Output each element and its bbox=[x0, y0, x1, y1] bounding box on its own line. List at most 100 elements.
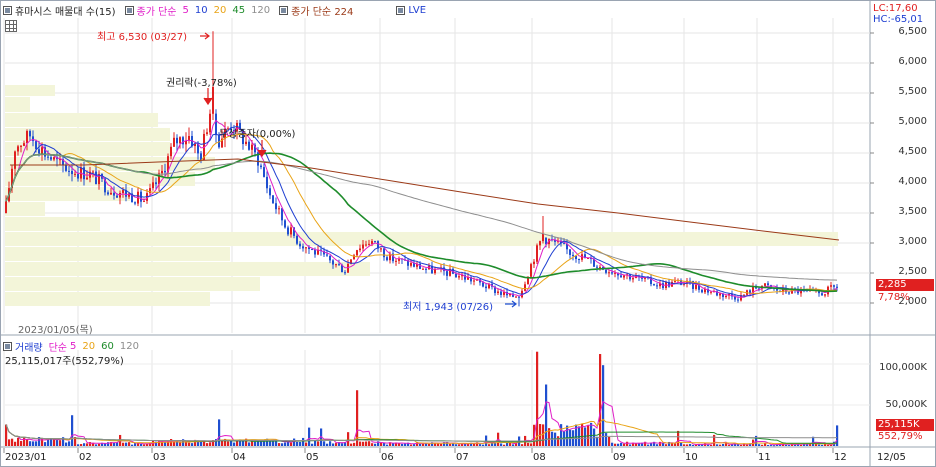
volume-bar bbox=[278, 443, 281, 446]
volume-bar bbox=[23, 437, 26, 446]
volume-bar bbox=[638, 443, 641, 446]
volume-bar bbox=[626, 441, 629, 446]
volume-bar bbox=[185, 442, 188, 446]
candle-body bbox=[536, 245, 538, 262]
time-label: 2023/01 bbox=[5, 452, 47, 463]
volume-bar bbox=[350, 443, 353, 446]
candle-body bbox=[599, 266, 601, 268]
volume-bar bbox=[593, 428, 596, 446]
volume-bar bbox=[140, 443, 143, 446]
candle-body bbox=[710, 291, 712, 293]
volume-bar bbox=[608, 436, 611, 446]
volume-bar bbox=[410, 444, 413, 446]
candle-body bbox=[395, 260, 397, 262]
legend-ma-label[interactable]: 종가 단순 bbox=[137, 3, 177, 18]
volume-bar bbox=[371, 443, 374, 446]
volume-bar bbox=[125, 442, 128, 446]
volume-bar bbox=[818, 444, 821, 446]
volume-badge: 25,115K bbox=[876, 419, 934, 431]
candle-body bbox=[674, 280, 676, 282]
volume-bar bbox=[737, 444, 740, 446]
candle-body bbox=[356, 250, 358, 256]
candle-body bbox=[545, 237, 547, 245]
candle-body bbox=[695, 284, 697, 289]
volume-bar bbox=[773, 445, 776, 447]
candle-body bbox=[278, 208, 280, 210]
volume-bar bbox=[317, 441, 320, 446]
volume-bar bbox=[281, 443, 284, 446]
volume-bar bbox=[725, 443, 728, 446]
candle-body bbox=[542, 234, 544, 242]
volume-bar bbox=[308, 427, 311, 446]
candle-body bbox=[611, 272, 613, 274]
candle-body bbox=[701, 289, 703, 293]
volume-legend-20: 20 bbox=[82, 340, 96, 352]
volume-bar bbox=[56, 439, 59, 446]
candle-body bbox=[419, 263, 421, 269]
volume-bar bbox=[458, 444, 461, 446]
volume-profile-bar bbox=[5, 217, 100, 231]
volume-bar bbox=[365, 441, 368, 446]
volume-bar bbox=[767, 444, 770, 446]
candle-body bbox=[653, 284, 655, 286]
volume-bar bbox=[761, 444, 764, 446]
volume-bar bbox=[158, 440, 161, 446]
candle-body bbox=[263, 167, 265, 177]
candle-body bbox=[725, 295, 727, 298]
volume-bar bbox=[788, 445, 791, 447]
candle-body bbox=[833, 285, 835, 287]
time-label-end: 12/05 bbox=[877, 452, 906, 463]
candle-body bbox=[173, 137, 175, 147]
candle-body bbox=[152, 182, 154, 189]
legend-ma-45: 45 bbox=[232, 4, 246, 16]
candle-body bbox=[434, 269, 436, 274]
volume-bar bbox=[413, 444, 416, 446]
legend-title[interactable]: 휴마시스 매물대 수(15) bbox=[15, 3, 116, 18]
grid-toggle-icon[interactable] bbox=[5, 20, 17, 32]
time-label: 11 bbox=[758, 452, 771, 463]
volume-bar bbox=[665, 444, 668, 446]
volume-bar bbox=[689, 444, 692, 446]
price-tick: 6,000 bbox=[898, 56, 927, 67]
volume-bar bbox=[323, 441, 326, 446]
volume-bar bbox=[332, 443, 335, 446]
legend-lve[interactable]: LVE bbox=[408, 5, 426, 16]
volume-bar bbox=[686, 444, 689, 446]
volume-tick: 50,000K bbox=[885, 399, 927, 410]
candle-body bbox=[380, 248, 382, 250]
price-chart[interactable] bbox=[0, 0, 936, 336]
volume-change: 552,79% bbox=[878, 431, 923, 442]
candle-body bbox=[386, 257, 388, 261]
candle-body bbox=[368, 243, 370, 245]
candle-body bbox=[32, 136, 34, 142]
time-label: 12 bbox=[834, 452, 847, 463]
volume-bar bbox=[380, 442, 383, 446]
volume-bar bbox=[44, 442, 47, 446]
volume-bar bbox=[719, 444, 722, 446]
price-tick: 6,500 bbox=[898, 26, 927, 37]
candle-body bbox=[284, 220, 286, 228]
volume-bar bbox=[455, 444, 458, 446]
candle-body bbox=[38, 149, 40, 154]
volume-bar bbox=[692, 445, 695, 447]
candle-body bbox=[563, 243, 565, 245]
candle-body bbox=[605, 269, 607, 273]
candle-body bbox=[269, 188, 271, 196]
volume-bar bbox=[611, 442, 614, 446]
volume-bar bbox=[785, 444, 788, 446]
candle-body bbox=[272, 195, 274, 204]
price-legend: 휴마시스 매물대 수(15) 종가 단순 5 10 20 45 120 종가 단… bbox=[0, 3, 432, 18]
volume-bar bbox=[11, 438, 14, 446]
volume-bar bbox=[401, 443, 404, 446]
candle-body bbox=[455, 273, 457, 278]
legend-ma224[interactable]: 종가 단순 224 bbox=[291, 3, 353, 18]
candle-body bbox=[371, 241, 373, 244]
volume-bar bbox=[227, 441, 230, 446]
volume-bar bbox=[437, 443, 440, 446]
candle-body bbox=[623, 275, 625, 278]
candle-body bbox=[482, 282, 484, 287]
volume-bar bbox=[260, 441, 263, 446]
volume-bar bbox=[68, 441, 71, 446]
volume-bar bbox=[299, 441, 302, 446]
price-tick: 4,500 bbox=[898, 146, 927, 157]
